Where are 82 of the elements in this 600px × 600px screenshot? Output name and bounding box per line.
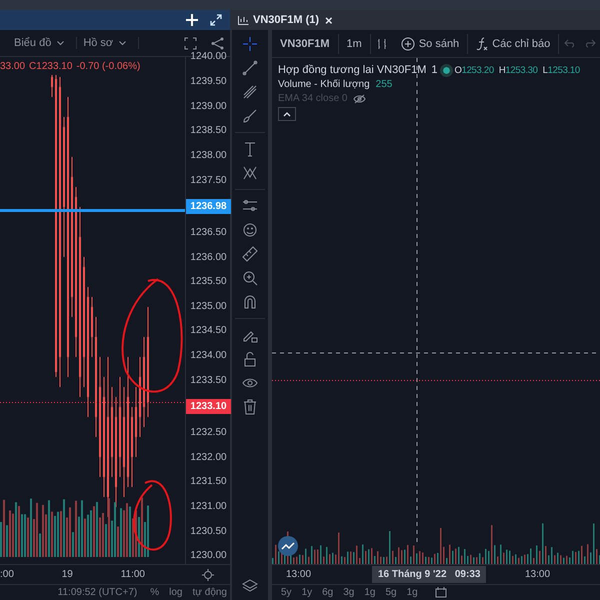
time-label: 11:00 [120,569,145,580]
ohlc-value: L1253.10 [542,64,580,76]
range-button[interactable]: 1y [298,587,316,598]
symbol-name: Hợp đồng tương lai VN30F1M [278,64,426,76]
magnet-icon[interactable] [242,294,258,310]
clock-text: 11:09:52 (UTC+7) [58,587,138,598]
price-tick: 1230.50 [190,526,227,538]
compare-button[interactable]: So sánh [392,34,468,54]
line-icon[interactable] [242,60,258,76]
eye-off-icon[interactable] [353,94,366,104]
price-tick: 1236.00 [190,252,227,264]
time-label: 13:00 [525,569,550,580]
price-tick: 1238.50 [190,125,227,138]
ohlc-value: C1233.10 [29,61,72,72]
price-marker: 1233.10 [186,399,231,414]
scale-option[interactable]: tự động [190,587,230,598]
indicator-name: EMA 34 close 0 [278,93,348,104]
price-tick: 1234.00 [190,350,227,362]
ohlc-value: -0.70 (-0.06%) [76,61,140,72]
brush-icon[interactable] [242,108,258,124]
plus-icon[interactable] [186,14,198,26]
interval-button[interactable]: 1m [338,34,371,54]
interval-text: 1 [431,64,438,76]
chevron-down-icon [57,40,64,46]
zoom-icon[interactable] [242,270,258,286]
price-tick: 1230.00 [190,550,227,562]
price-tick: 1239.00 [190,100,227,113]
chevron-down-icon [119,40,126,46]
price-tick: 1231.00 [190,500,227,513]
range-button[interactable]: 3g [340,587,358,598]
price-tick: 1231.50 [190,476,227,488]
expand-icon[interactable] [210,14,222,26]
smiley-icon[interactable] [242,222,258,238]
indicator-value: 255 [376,79,392,90]
text-icon[interactable] [242,141,258,157]
price-tick: 1236.50 [190,226,227,239]
crosshair-time-label: 16 Tháng 9 '22 09:33 [372,566,486,583]
tab-title[interactable]: VN30F1M (1) [253,14,320,26]
ruler-icon[interactable] [242,246,258,262]
collapse-button[interactable] [278,107,296,121]
crosshair-icon[interactable] [242,36,258,52]
price-tick: 1235.50 [190,276,227,288]
pitchfork-icon[interactable] [242,84,258,100]
chart-icon [238,15,249,25]
ohlc-value: 33.00 [0,61,26,72]
calendar-icon[interactable] [434,587,447,598]
menu-button[interactable]: Biểu đồ [10,37,78,50]
sliders-icon[interactable] [242,198,258,214]
symbol-button[interactable]: VN30F1M [272,34,339,54]
price-tick: 1238.00 [190,150,227,162]
ohlc-value: O1253.20 [454,64,494,76]
time-label: :00 [0,569,14,580]
scale-option[interactable]: % [147,587,162,598]
price-tick: 1232.00 [190,452,227,464]
indicators-button[interactable]: Các chỉ báo [468,34,560,54]
plus-circle-icon [400,36,415,50]
menu-button[interactable]: Hồ sơ [79,37,140,50]
time-label: 19 [62,569,73,580]
range-button[interactable]: 1g [404,587,421,598]
price-tick: 1233.50 [190,374,227,387]
price-tick: 1235.00 [190,300,227,313]
ohlc-value: H1253.30 [498,64,538,76]
function-icon [476,36,488,50]
price-marker: 1236.98 [186,199,231,214]
range-button[interactable]: 6g [319,587,336,598]
scale-option[interactable]: log [166,587,186,598]
price-tick: 1237.50 [190,174,227,187]
range-button[interactable]: 5g [382,587,400,598]
price-tick: 1234.50 [190,325,227,338]
close-button[interactable]: × [323,12,335,28]
indicator-name: Volume - Khối lượng [278,79,370,90]
price-tick: 1239.50 [190,76,227,88]
lock-icon[interactable] [242,351,258,367]
time-label: 13:00 [286,569,312,580]
price-tick: 1240.00 [190,51,227,64]
layers-icon[interactable] [242,578,258,594]
pattern-icon[interactable] [242,165,258,181]
trash-icon[interactable] [242,399,258,415]
range-button[interactable]: 5y [278,587,295,598]
range-button[interactable]: 1g [361,587,378,598]
chevron-up-icon [283,112,291,116]
price-tick: 1232.50 [190,427,227,440]
